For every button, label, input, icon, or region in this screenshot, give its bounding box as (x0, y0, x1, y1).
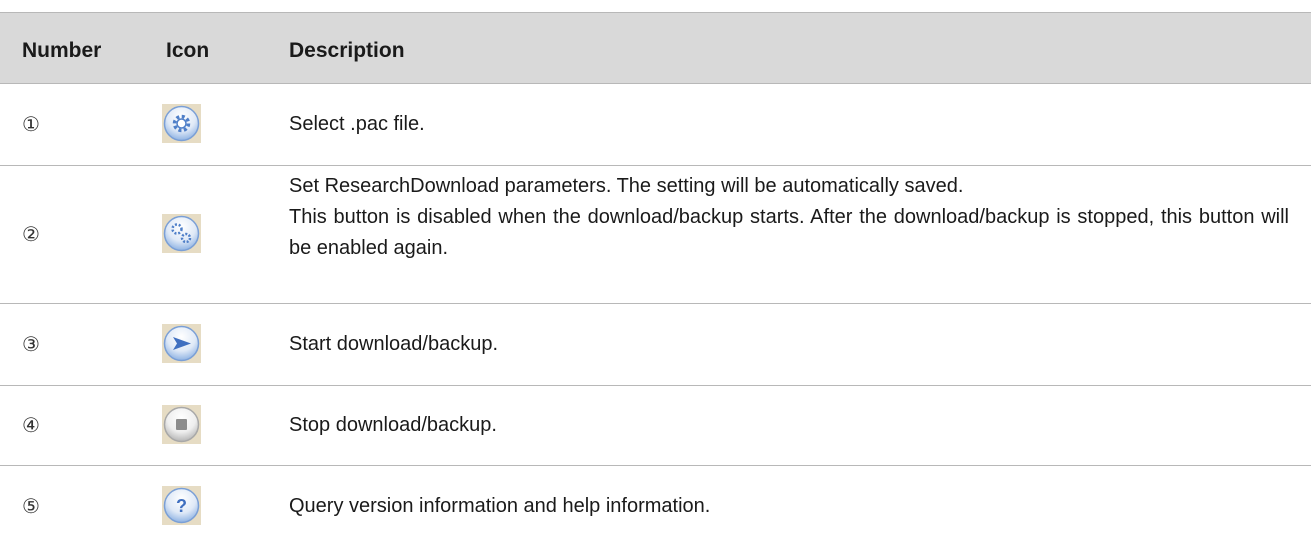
row-number: ② (22, 222, 40, 246)
table-header-row: Number Icon Description (0, 12, 1311, 84)
gear-icon (162, 104, 201, 143)
table-row: ④ Stop download/backup. (0, 386, 1311, 466)
table-row: ③ Start download/backup. (0, 304, 1311, 386)
row-description: Query version information and help infor… (289, 495, 711, 517)
header-description: Description (289, 39, 405, 62)
row-description: Start download/backup. (289, 333, 499, 355)
play-arrow-icon (162, 324, 201, 363)
description-line: This button is disabled when the downloa… (289, 206, 1289, 259)
settings-gears-icon (162, 214, 201, 253)
help-question-icon: ? (162, 486, 201, 525)
row-description: Select .pac file. (289, 113, 425, 135)
svg-text:?: ? (176, 496, 187, 516)
row-description: Stop download/backup. (289, 414, 497, 436)
function-table: Number Icon Description ① Select .pac fi… (0, 12, 1311, 547)
row-description: Set ResearchDownload parameters. The set… (289, 171, 1289, 264)
table-row: ① Select .pac file. (0, 84, 1311, 166)
row-number: ④ (22, 413, 40, 437)
description-line: Set ResearchDownload parameters. The set… (289, 175, 964, 197)
header-icon: Icon (166, 39, 210, 62)
row-number: ⑤ (22, 494, 40, 518)
table-row: ② Set ResearchDownload parameters. The s… (0, 166, 1311, 304)
header-number: Number (22, 39, 102, 62)
stop-square-icon (162, 405, 201, 444)
row-number: ③ (22, 332, 40, 356)
table-row: ⑤ ? Query version information and help i… (0, 466, 1311, 547)
row-number: ① (22, 112, 40, 136)
